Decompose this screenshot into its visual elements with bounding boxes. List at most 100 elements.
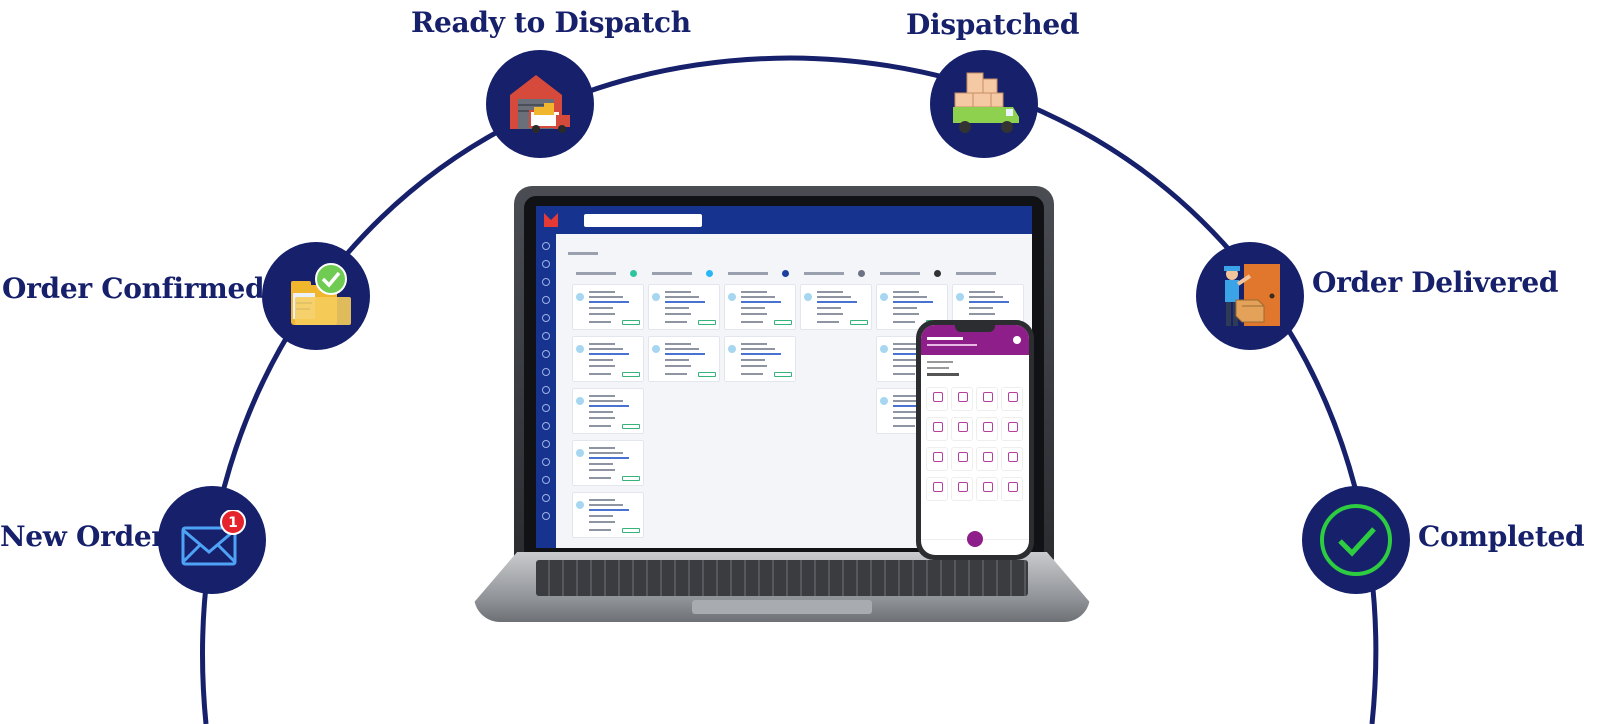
phone-menu-tile xyxy=(951,477,973,501)
customer-icon xyxy=(576,345,584,353)
phone-menu-tile xyxy=(1001,477,1023,501)
card-line xyxy=(893,313,919,315)
column-header-bar xyxy=(728,272,768,275)
sidebar-icon xyxy=(542,278,550,286)
app-topbar xyxy=(536,206,1032,234)
column-count-dot xyxy=(782,270,789,277)
order-card xyxy=(724,284,796,330)
completed-circle xyxy=(1302,486,1410,594)
warehouse-truck-icon xyxy=(510,75,570,133)
card-line xyxy=(589,425,611,427)
card-line xyxy=(893,307,917,309)
sidebar-icon xyxy=(542,440,550,448)
phone-menu-tile xyxy=(926,447,948,471)
customer-icon xyxy=(652,293,660,301)
phone-menu-tile xyxy=(926,387,948,411)
card-line xyxy=(589,291,615,293)
order-card xyxy=(572,284,644,330)
new-order-label: New Order xyxy=(0,520,166,553)
card-line xyxy=(589,477,611,479)
card-line xyxy=(589,499,615,501)
column-count-dot xyxy=(706,270,713,277)
check-circle-icon xyxy=(1320,504,1392,576)
tile-icon xyxy=(933,422,943,432)
sidebar-icon xyxy=(542,368,550,376)
customer-icon xyxy=(956,293,964,301)
sidebar-icon xyxy=(542,314,550,322)
card-line xyxy=(589,395,615,397)
card-line xyxy=(665,296,699,298)
new-order-circle: 1 xyxy=(158,486,266,594)
order-card xyxy=(724,336,796,382)
phone-menu-tile xyxy=(976,447,998,471)
tile-icon xyxy=(1008,452,1018,462)
sidebar-icon xyxy=(542,494,550,502)
card-line xyxy=(741,359,765,361)
sidebar-icon xyxy=(542,332,550,340)
card-line xyxy=(589,365,615,367)
tile-icon xyxy=(1008,392,1018,402)
card-link xyxy=(741,353,781,355)
card-line xyxy=(893,291,919,293)
card-line xyxy=(589,447,615,449)
card-line xyxy=(741,365,767,367)
phone-menu-tile xyxy=(951,447,973,471)
card-line xyxy=(589,313,615,315)
card-status-button xyxy=(622,320,640,325)
tile-icon xyxy=(983,482,993,492)
folder-check-icon xyxy=(291,263,351,325)
phone-menu-tile xyxy=(1001,417,1023,441)
card-status-button xyxy=(622,528,640,533)
column-header-bar xyxy=(880,272,920,275)
card-line xyxy=(589,452,623,454)
card-link xyxy=(589,509,629,511)
card-line xyxy=(893,411,917,413)
sidebar-icon xyxy=(542,422,550,430)
card-line xyxy=(589,307,613,309)
card-line xyxy=(893,321,915,323)
sidebar-icon xyxy=(542,260,550,268)
card-line xyxy=(969,313,995,315)
customer-icon xyxy=(804,293,812,301)
card-line xyxy=(589,515,613,517)
card-line xyxy=(893,373,915,375)
laptop-keyboard xyxy=(536,560,1028,596)
delivery-person-icon xyxy=(1224,264,1280,326)
laptop-trackpad xyxy=(692,600,872,614)
customer-icon xyxy=(728,293,736,301)
card-link xyxy=(589,301,629,303)
card-line xyxy=(969,291,995,293)
customer-icon xyxy=(576,397,584,405)
card-status-button xyxy=(698,372,716,377)
order-card xyxy=(572,440,644,486)
phone-illustration xyxy=(916,320,1034,560)
card-link xyxy=(969,301,1009,303)
place-order-button xyxy=(967,531,983,547)
sidebar-icon xyxy=(542,404,550,412)
phone-greeting-bar xyxy=(927,337,963,340)
card-line xyxy=(817,313,843,315)
card-status-button xyxy=(774,320,792,325)
card-line xyxy=(589,417,615,419)
column-header-bar xyxy=(652,272,692,275)
tile-icon xyxy=(1008,482,1018,492)
phone-stat-bar xyxy=(927,361,953,363)
phone-menu-tile xyxy=(976,387,998,411)
card-line xyxy=(817,321,839,323)
customer-icon xyxy=(880,397,888,405)
order-card xyxy=(572,336,644,382)
card-status-button xyxy=(698,320,716,325)
column-header-bar xyxy=(804,272,844,275)
order-card xyxy=(572,388,644,434)
ready-to-dispatch-circle xyxy=(486,50,594,158)
tile-icon xyxy=(933,392,943,402)
card-line xyxy=(665,373,687,375)
phone-screen xyxy=(921,325,1029,555)
card-line xyxy=(589,296,623,298)
card-line xyxy=(665,348,699,350)
card-line xyxy=(589,400,623,402)
card-line xyxy=(817,291,843,293)
card-link xyxy=(589,457,629,459)
card-status-button xyxy=(622,372,640,377)
card-line xyxy=(665,321,687,323)
